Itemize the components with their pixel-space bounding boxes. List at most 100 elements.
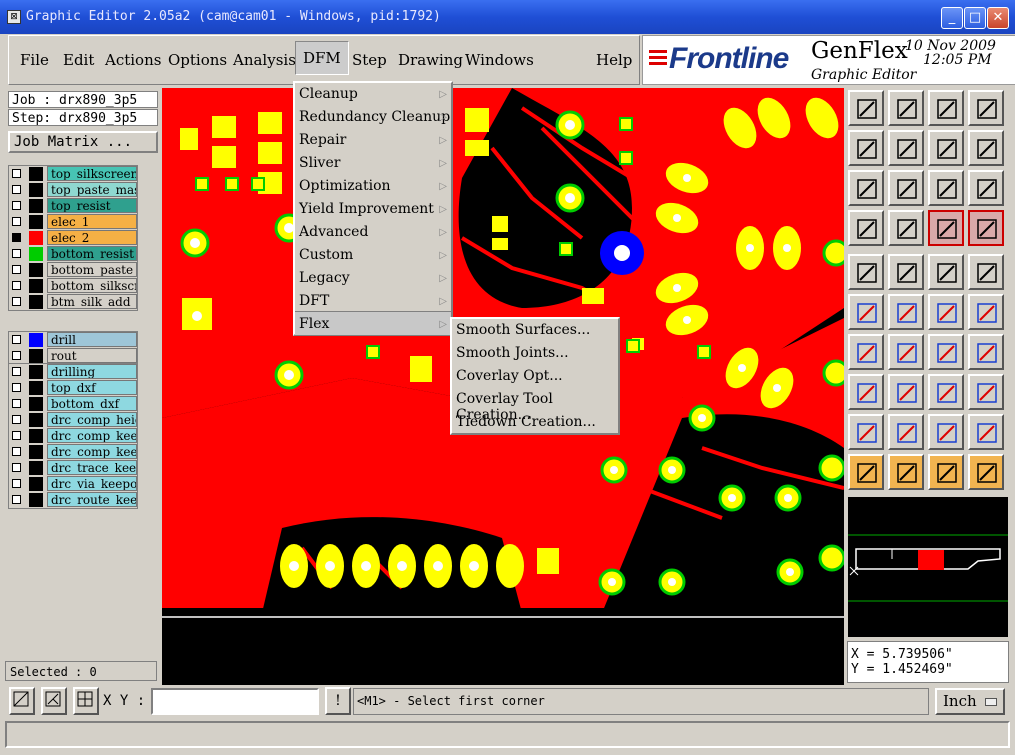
layer-checkbox[interactable] bbox=[12, 169, 21, 178]
layer-checkbox[interactable] bbox=[12, 351, 21, 360]
job-matrix-button[interactable]: Job Matrix ... bbox=[8, 131, 158, 153]
pan-left-button[interactable] bbox=[848, 130, 884, 166]
pan-right-button[interactable] bbox=[888, 130, 924, 166]
snap-tool-button[interactable] bbox=[9, 687, 35, 715]
maximize-button[interactable]: □ bbox=[964, 7, 986, 29]
app-icon[interactable]: ⊠ bbox=[7, 10, 21, 24]
flex-smooth-joints[interactable]: Smooth Joints... bbox=[456, 345, 569, 361]
layer-checkbox[interactable] bbox=[12, 479, 21, 488]
layer-name[interactable]: bottom_dxf bbox=[47, 396, 137, 411]
layer-row[interactable]: drc_comp_height bbox=[9, 412, 137, 428]
pointer-snap-button[interactable] bbox=[968, 454, 1004, 490]
layer-checkbox[interactable] bbox=[12, 463, 21, 472]
layer-checkbox[interactable] bbox=[12, 297, 21, 306]
minimize-button[interactable]: _ bbox=[941, 7, 963, 29]
layer-name[interactable]: top_silkscreen bbox=[47, 166, 137, 181]
layer-name[interactable]: drc_comp_height bbox=[47, 412, 137, 427]
pointer-button[interactable] bbox=[848, 454, 884, 490]
menu-help[interactable]: Help bbox=[596, 51, 632, 69]
pointer-box-button[interactable] bbox=[888, 454, 924, 490]
text-a-button[interactable] bbox=[928, 414, 964, 450]
layer-row[interactable]: top_paste_mask bbox=[9, 182, 137, 198]
layer-checkbox[interactable] bbox=[12, 249, 21, 258]
layer-row[interactable]: bottom_dxf bbox=[9, 396, 137, 412]
layer-name[interactable]: drc_via_keepout bbox=[47, 476, 137, 491]
menu-edit[interactable]: Edit bbox=[63, 51, 94, 69]
select-point-button[interactable] bbox=[968, 254, 1004, 290]
execute-button[interactable]: ! bbox=[325, 687, 351, 715]
dfm-custom[interactable]: Custom bbox=[299, 247, 353, 263]
layer-name[interactable]: drill bbox=[47, 332, 137, 347]
dfm-sliver[interactable]: Sliver bbox=[299, 155, 340, 171]
home-up-button[interactable] bbox=[848, 90, 884, 126]
net-select-button[interactable] bbox=[928, 210, 964, 246]
layer-checkbox[interactable] bbox=[12, 367, 21, 376]
resize-button[interactable] bbox=[928, 374, 964, 410]
layer-row[interactable]: drc_route_keepout bbox=[9, 492, 137, 508]
grid-tool-button[interactable] bbox=[73, 687, 99, 715]
dfm-optimization[interactable]: Optimization bbox=[299, 178, 391, 194]
layer-checkbox[interactable] bbox=[12, 495, 21, 504]
menu-windows[interactable]: Windows bbox=[465, 51, 534, 69]
close-button[interactable]: ✕ bbox=[987, 7, 1009, 29]
layer-checkbox[interactable] bbox=[12, 335, 21, 344]
layer-row[interactable]: drilling bbox=[9, 364, 137, 380]
layer-row[interactable]: top_dxf bbox=[9, 380, 137, 396]
pointer-select-button[interactable] bbox=[928, 454, 964, 490]
scale-1-2-button[interactable] bbox=[928, 170, 964, 206]
dfm-repair[interactable]: Repair bbox=[299, 132, 346, 148]
layer-row[interactable]: bottom_resist bbox=[9, 246, 137, 262]
layer-checkbox[interactable] bbox=[12, 447, 21, 456]
select-box-button[interactable] bbox=[848, 254, 884, 290]
layer-name[interactable]: drc_comp_keepin bbox=[47, 428, 137, 443]
layer-name[interactable]: bottom_paste bbox=[47, 262, 137, 277]
layer-row[interactable]: drc_via_keepout bbox=[9, 476, 137, 492]
menu-actions[interactable]: Actions bbox=[105, 51, 161, 69]
layer-row[interactable]: drc_trace_keepout bbox=[9, 460, 137, 476]
menu-step[interactable]: Step bbox=[352, 51, 387, 69]
layer-row[interactable]: drc_comp_keepout bbox=[9, 444, 137, 460]
layer-name[interactable]: drc_route_keepout bbox=[47, 492, 137, 507]
layer-name[interactable]: elec_2 bbox=[47, 230, 137, 245]
layer-name[interactable]: top_dxf bbox=[47, 380, 137, 395]
layer-row[interactable]: drc_comp_keepin bbox=[9, 428, 137, 444]
layer-checkbox[interactable] bbox=[12, 431, 21, 440]
ruler-button[interactable] bbox=[928, 254, 964, 290]
fit-frame-button[interactable] bbox=[968, 90, 1004, 126]
menu-options[interactable]: Options bbox=[168, 51, 227, 69]
copy-button[interactable] bbox=[848, 374, 884, 410]
net-select-all-button[interactable] bbox=[968, 210, 1004, 246]
flex-smooth-surfaces[interactable]: Smooth Surfaces... bbox=[456, 322, 590, 338]
overview-map[interactable] bbox=[848, 497, 1008, 637]
array-button[interactable] bbox=[968, 374, 1004, 410]
menu-file[interactable]: File bbox=[20, 51, 49, 69]
dfm-dft[interactable]: DFT bbox=[299, 293, 329, 309]
layer-name[interactable]: drc_comp_keepout bbox=[47, 444, 137, 459]
layer-row[interactable]: elec_1 bbox=[9, 214, 137, 230]
layer-row[interactable]: rout bbox=[9, 348, 137, 364]
menu-drawing[interactable]: Drawing bbox=[398, 51, 463, 69]
query-button[interactable] bbox=[968, 170, 1004, 206]
mirror-button[interactable] bbox=[968, 334, 1004, 370]
layer-checkbox[interactable] bbox=[12, 415, 21, 424]
undo-button[interactable] bbox=[928, 130, 964, 166]
home-down-button[interactable] bbox=[888, 90, 924, 126]
layer-name[interactable]: bottom_silkscreen bbox=[47, 278, 137, 293]
layer-name[interactable]: top_paste_mask bbox=[47, 182, 137, 197]
dfm-legacy[interactable]: Legacy bbox=[299, 270, 350, 286]
select-poly-button[interactable] bbox=[888, 254, 924, 290]
connect-button[interactable] bbox=[848, 294, 884, 330]
triangle-button[interactable] bbox=[848, 414, 884, 450]
layer-checkbox[interactable] bbox=[12, 185, 21, 194]
layer-row[interactable]: elec_2 bbox=[9, 230, 137, 246]
layer-checkbox[interactable] bbox=[12, 281, 21, 290]
layer-row[interactable]: btm_silk_add bbox=[9, 294, 137, 310]
dfm-flex[interactable]: Flex bbox=[299, 316, 329, 332]
cross-button[interactable] bbox=[888, 294, 924, 330]
grid-view-button[interactable] bbox=[888, 210, 924, 246]
arc-button[interactable] bbox=[888, 414, 924, 450]
layer-checkbox[interactable] bbox=[12, 233, 21, 242]
line-edit-button[interactable] bbox=[848, 334, 884, 370]
layer-row[interactable]: bottom_paste bbox=[9, 262, 137, 278]
layer-name[interactable]: rout bbox=[47, 348, 137, 363]
